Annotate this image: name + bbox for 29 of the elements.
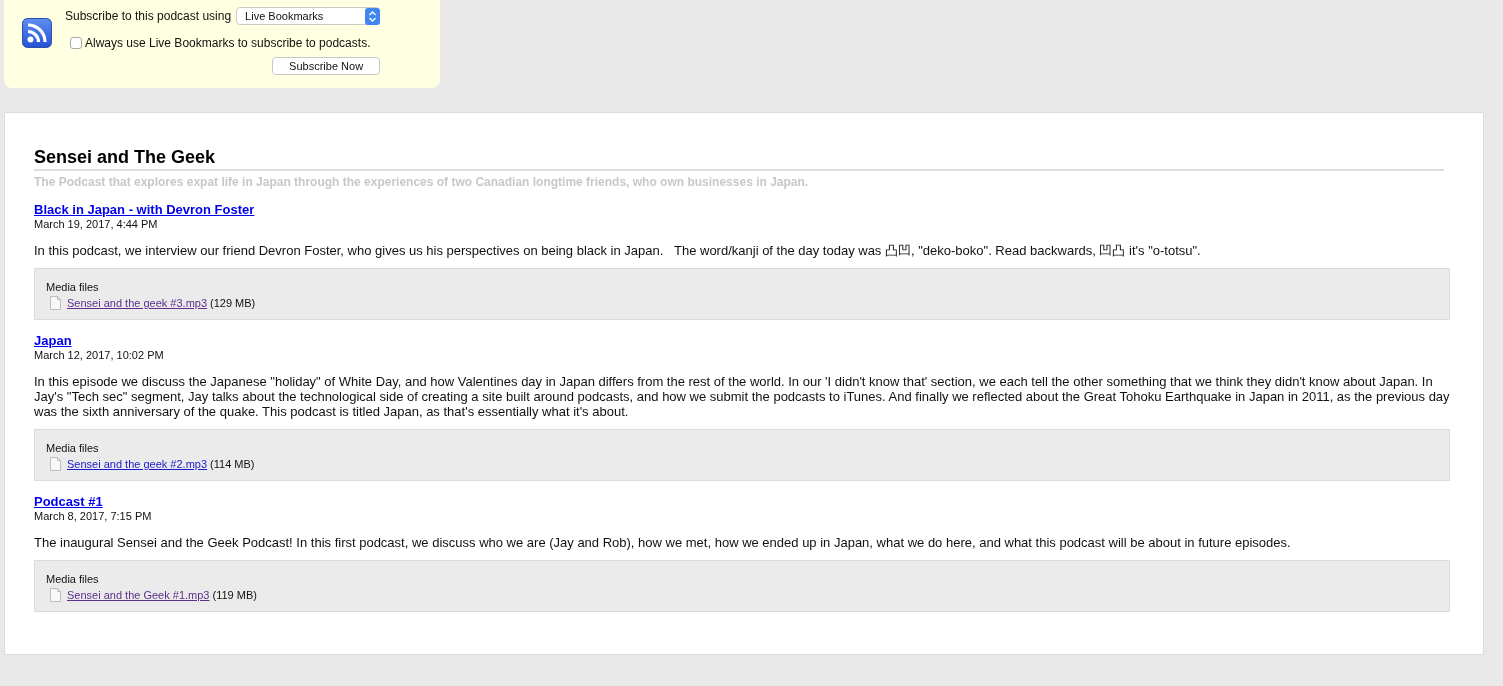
media-files-heading: Media files [46,441,100,456]
document-icon [50,588,61,602]
up-down-arrows-icon [365,7,381,25]
feed-icon [22,18,52,48]
media-file-link[interactable]: Sensei and the Geek #1.mp3 [67,587,210,603]
episode-title-link[interactable]: Black in Japan - with Devron Foster [34,202,255,217]
episode-date: March 12, 2017, 10:02 PM [34,349,165,362]
document-icon [50,457,61,471]
reader-select[interactable]: Live Bookmarks [236,7,381,25]
media-files-heading: Media files [46,572,100,587]
episode-date: March 19, 2017, 4:44 PM [34,218,159,231]
episode-description: In this episode we discuss the Japanese "holiday" of White Day, and how Valentines day in Japan differs from the rest of the world. In our 'I didn't know that' section, we each tell the other something that we think they didn't know about Japan. In Jay's "Tech sec" segment, Jay talks about the technological side of creating a site built around podcasts, and how we submit the podcasts to iTunes. And finally we reflected about the Great Tohoku Earthquake in Japan in 2011, as the previous day was the sixth anniversary of the quake. This podcast is titled Japan, as that's essentially what it's about. [34,374,1450,419]
episode-title-link[interactable]: Podcast #1 [34,494,103,509]
checkbox[interactable] [70,37,82,49]
subscribe-label: Subscribe to this podcast using [65,9,232,23]
episode-title-link[interactable]: Japan [34,333,72,348]
file-size: (129 MB) [210,296,256,311]
media-file-link[interactable]: Sensei and the geek #2.mp3 [67,456,208,472]
document-icon [50,296,61,310]
checkbox-label: Always use Live Bookmarks to subscribe to podcasts. [85,36,371,50]
file-size: (114 MB) [210,457,255,472]
media-files-heading: Media files [46,280,100,295]
episode-description: The inaugural Sensei and the Geek Podcast! In this first podcast, we discuss who we are (Jay and Rob), how we met, how we ended up in Japan, what we do here, and what this podcast will be about in future episodes. [34,535,1292,550]
file-size: (119 MB) [212,588,257,603]
media-file-link[interactable]: Sensei and the geek #3.mp3 [67,295,208,311]
feed-title: Sensei and The Geek [34,147,1444,171]
episode-description: In this podcast, we interview our friend Devron Foster, who gives us his perspectives on being black in Japan. The word/kanji of the day today was 凸凹, "deko-boko". Read backwards, 凹凸 it's "o-totsu". [34,243,1202,258]
episode-date: March 8, 2017, 7:15 PM [34,510,153,523]
subscribe-button[interactable]: Subscribe Now [272,57,381,75]
